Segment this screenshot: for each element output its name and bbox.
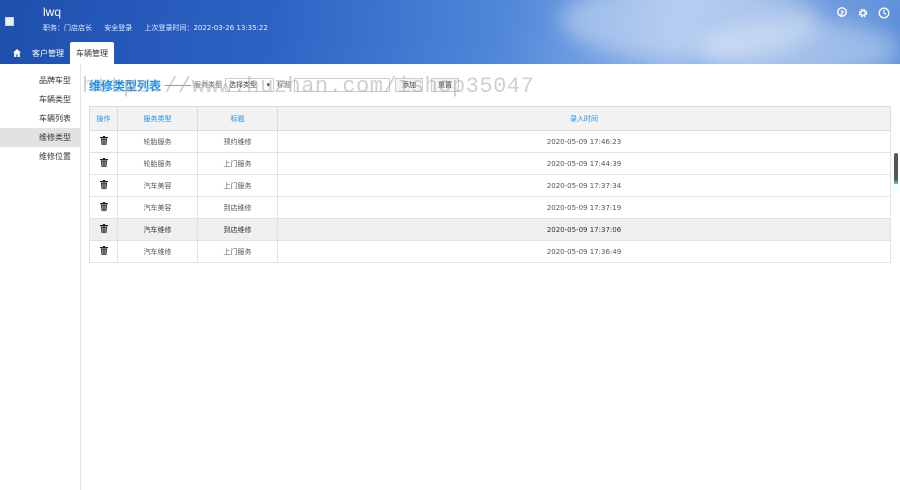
row-actions: [89, 240, 118, 263]
scrollbar-indicator: [894, 180, 898, 184]
trash-icon[interactable]: [99, 180, 108, 189]
cell-service-type: 轮胎服务: [117, 130, 198, 153]
table-row[interactable]: 汽车美容 上门服务 2020-05-09 17:37:34: [89, 174, 891, 197]
cell-title: 预约维修: [197, 130, 278, 153]
title-divider: [165, 84, 192, 86]
cell-entry-time: 2020-05-09 17:37:19: [277, 196, 891, 219]
column-header-actions: 操作: [89, 106, 118, 131]
cell-entry-time: 2020-05-09 17:37:06: [277, 218, 891, 241]
cell-service-type: 轮胎服务: [117, 152, 198, 175]
last-login-time: 上次登录时间：2022-03-26 13:35:22: [144, 24, 268, 32]
skin-icon[interactable]: [836, 7, 848, 19]
sidebar-item-vehicle-types[interactable]: 车辆类型: [0, 90, 80, 109]
service-type-select-value: 选择类型: [229, 81, 258, 89]
page-title: 维修类型列表: [89, 78, 162, 93]
home-icon[interactable]: [8, 42, 26, 64]
scrollbar-thumb[interactable]: [894, 153, 898, 183]
trash-icon[interactable]: [99, 136, 108, 145]
cell-title: 上门服务: [197, 240, 278, 263]
header-actions: [836, 7, 890, 19]
trash-icon[interactable]: [99, 246, 108, 255]
sidebar-item-vehicle-list[interactable]: 车辆列表: [0, 109, 80, 128]
cell-entry-time: 2020-05-09 17:37:34: [277, 174, 891, 197]
table-row[interactable]: 汽车维修 到店维修 2020-05-09 17:37:06: [89, 218, 891, 241]
service-type-select[interactable]: 选择类型 ▾: [225, 78, 275, 92]
trash-icon[interactable]: [99, 202, 108, 211]
list-toolbar: 维修类型列表 服务类型 选择类型 ▾ 标题 添加 重置: [89, 76, 467, 94]
title-search-input[interactable]: [294, 78, 391, 92]
repair-type-table: 操作 服务类型 标题 录入时间 轮胎服务 预约维修 2020-05-09 17:…: [89, 106, 891, 263]
cell-service-type: 汽车维修: [117, 218, 198, 241]
title-filter-label: 标题: [277, 81, 292, 89]
table-row[interactable]: 汽车美容 到店维修 2020-05-09 17:37:19: [89, 196, 891, 219]
table-row[interactable]: 汽车维修 上门服务 2020-05-09 17:36:49: [89, 240, 891, 263]
sidebar-item-repair-types[interactable]: 维修类型: [0, 128, 80, 147]
table-header-row: 操作 服务类型 标题 录入时间: [89, 106, 891, 131]
service-type-label: 服务类型: [194, 81, 223, 89]
add-button[interactable]: 添加: [395, 78, 424, 92]
table-row[interactable]: 轮胎服务 预约维修 2020-05-09 17:46:23: [89, 130, 891, 153]
cell-service-type: 汽车美容: [117, 196, 198, 219]
app-name: lwq: [43, 5, 62, 19]
chevron-down-icon: ▾: [266, 81, 271, 89]
tab-vehicle-management[interactable]: 车辆管理: [70, 42, 114, 64]
top-nav: 客户管理 车辆管理: [8, 42, 114, 64]
cell-entry-time: 2020-05-09 17:46:23: [277, 130, 891, 153]
row-actions: [89, 152, 118, 175]
sidebar-item-brand-models[interactable]: 品牌车型: [0, 71, 80, 90]
column-header-entry-time[interactable]: 录入时间: [277, 106, 891, 131]
cell-title: 到店维修: [197, 196, 278, 219]
column-header-service-type[interactable]: 服务类型: [117, 106, 198, 131]
cell-entry-time: 2020-05-09 17:44:39: [277, 152, 891, 175]
app-header: lwq 职务：门店店长 安全登录 上次登录时间：2022-03-26 13:35…: [0, 0, 900, 64]
tab-customer-management[interactable]: 客户管理: [26, 42, 70, 64]
cell-service-type: 汽车维修: [117, 240, 198, 263]
clock-icon[interactable]: [878, 7, 890, 19]
trash-icon[interactable]: [99, 158, 108, 167]
sidebar-item-repair-locations[interactable]: 维修位置: [0, 147, 80, 166]
row-actions: [89, 130, 118, 153]
logout-link[interactable]: 安全登录: [104, 24, 132, 32]
user-role: 职务：门店店长: [43, 24, 92, 32]
logo-image: [5, 17, 14, 26]
row-actions: [89, 196, 118, 219]
table-row[interactable]: 轮胎服务 上门服务 2020-05-09 17:44:39: [89, 152, 891, 175]
cell-title: 上门服务: [197, 152, 278, 175]
trash-icon[interactable]: [99, 224, 108, 233]
gear-icon[interactable]: [857, 7, 869, 19]
cell-title: 上门服务: [197, 174, 278, 197]
column-header-title[interactable]: 标题: [197, 106, 278, 131]
sidebar: 品牌车型 车辆类型 车辆列表 维修类型 维修位置: [0, 64, 81, 490]
cell-entry-time: 2020-05-09 17:36:49: [277, 240, 891, 263]
cell-service-type: 汽车美容: [117, 174, 198, 197]
cell-title: 到店维修: [197, 218, 278, 241]
row-actions: [89, 218, 118, 241]
reset-button[interactable]: 重置: [431, 78, 460, 92]
row-actions: [89, 174, 118, 197]
login-info: 职务：门店店长 安全登录 上次登录时间：2022-03-26 13:35:22: [43, 23, 278, 33]
